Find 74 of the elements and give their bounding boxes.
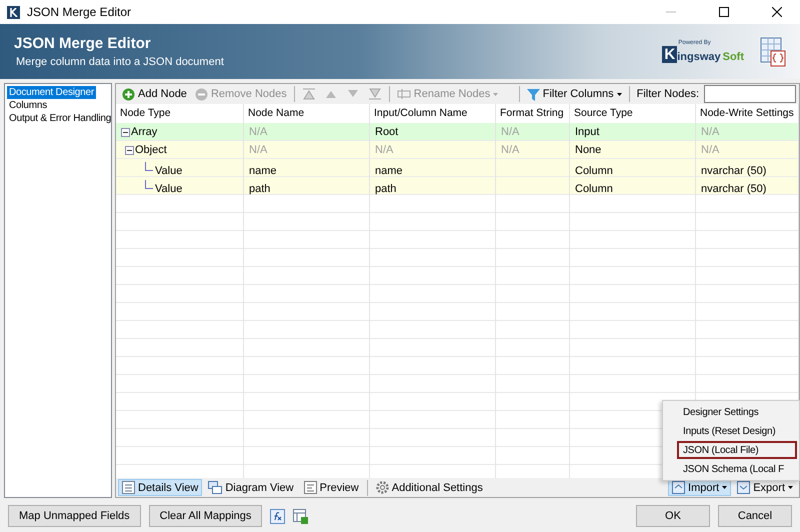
export-button[interactable]: Export (733, 479, 797, 496)
remove-icon (194, 88, 208, 100)
view-tab[interactable]: Additional Settings (372, 479, 487, 496)
table-cell: None (575, 144, 602, 156)
view-tab[interactable]: Preview (300, 479, 363, 496)
table-cell: Root (375, 126, 398, 138)
window-title: JSON Merge Editor (27, 5, 132, 19)
table-cell: Object (135, 144, 167, 156)
list-icon (122, 481, 135, 494)
table-cell: Value (155, 164, 182, 176)
table-cell: Column (575, 182, 613, 194)
collapse-icon[interactable] (125, 146, 134, 154)
table-row[interactable]: Value name name Column nvarchar (50) (116, 159, 799, 177)
function-icon[interactable] (270, 508, 286, 524)
menu-item[interactable]: JSON Schema (Local F (677, 460, 797, 478)
add-icon (122, 88, 135, 100)
dialog-button[interactable]: Cancel (718, 505, 792, 527)
preview-icon (304, 481, 317, 494)
table-cell: N/A (249, 144, 268, 156)
banner-subtitle: Merge column data into a JSON document (15, 56, 225, 68)
table-add-icon[interactable] (293, 508, 308, 524)
table-cell: nvarchar (50) (701, 182, 766, 194)
table-cell: Input (575, 126, 600, 138)
table-cell: N/A (375, 144, 394, 156)
logo-initial: K (662, 46, 678, 63)
footer-button[interactable]: Map Unmapped Fields (8, 505, 141, 527)
rename-icon (396, 88, 411, 100)
banner-title: JSON Merge Editor (14, 35, 152, 52)
menu-item[interactable]: Designer Settings (677, 403, 797, 421)
table-cell: path (375, 182, 396, 194)
collapse-icon[interactable] (121, 128, 130, 136)
add-node-button[interactable]: Add Node (119, 85, 190, 103)
sidebar-item[interactable]: Columns (7, 99, 50, 112)
table-cell: N/A (701, 144, 720, 156)
caret-icon (788, 486, 793, 489)
filter-nodes-field[interactable] (704, 85, 796, 103)
diagram-icon (208, 481, 222, 494)
table-cell: path (249, 182, 270, 194)
import-icon (672, 481, 686, 494)
view-tab[interactable]: Details View (118, 479, 202, 496)
menu-item[interactable]: JSON (Local File) (677, 441, 797, 459)
caret-icon (616, 92, 622, 96)
table-row[interactable]: Value path path Column nvarchar (50) (116, 177, 799, 195)
table-cell: Array (131, 126, 158, 138)
footer-button[interactable]: Clear All Mappings (148, 505, 262, 527)
export-icon (737, 481, 750, 494)
settings-icon (376, 481, 389, 494)
tree-line (145, 162, 153, 171)
filter-nodes-label: Filter Nodes: (636, 88, 700, 100)
close-icon[interactable] (772, 7, 782, 17)
sidebar-item[interactable]: Output & Error Handling (7, 112, 114, 125)
view-tab[interactable]: Diagram View (204, 479, 298, 496)
table-cell: N/A (501, 126, 520, 138)
maximize-icon[interactable] (719, 7, 729, 17)
table-cell: Value (155, 182, 182, 194)
dialog-button[interactable]: OK (636, 505, 710, 527)
menu-item[interactable]: Inputs (Reset Design) (677, 422, 797, 440)
table-cell: N/A (249, 126, 268, 138)
caret-icon (493, 92, 498, 96)
table-cell: N/A (501, 144, 520, 156)
funnel-icon (526, 88, 540, 100)
logo-suffix: Soft (722, 51, 744, 63)
filter-columns-button[interactable]: Filter Columns (524, 85, 625, 103)
tree-line (145, 180, 153, 189)
table-cell: name (375, 164, 403, 176)
app-icon (7, 6, 20, 18)
caret-icon (722, 486, 728, 489)
sidebar-item[interactable]: Document Designer (7, 86, 96, 99)
table-cell: nvarchar (50) (701, 164, 766, 176)
table-cell: name (249, 164, 277, 176)
json-table-icon (760, 36, 786, 66)
table-cell: N/A (701, 126, 720, 138)
logo-name: ingsway (677, 51, 721, 63)
table-cell: Column (575, 164, 613, 176)
